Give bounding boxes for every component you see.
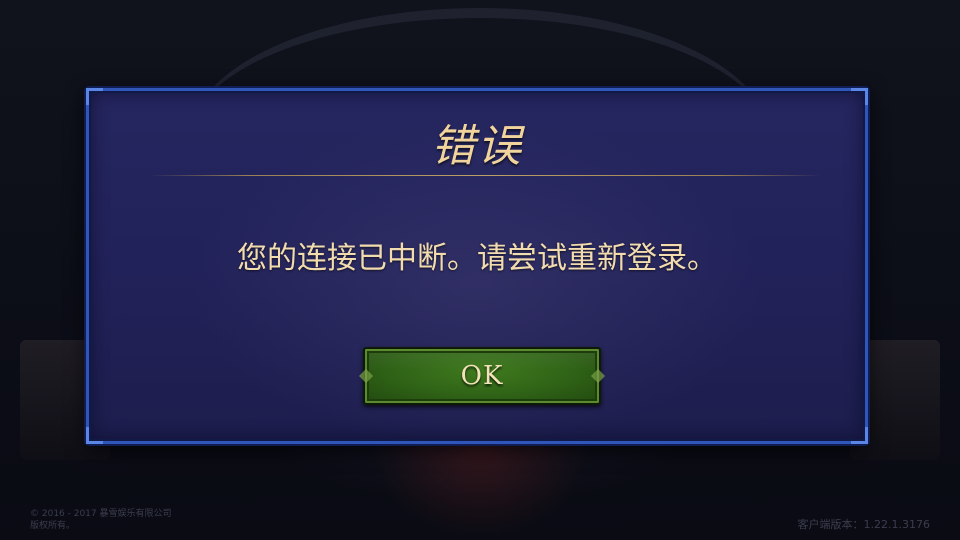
- copyright-line-2: 版权所有。: [30, 521, 76, 531]
- client-version-label: 客户端版本：: [797, 518, 864, 531]
- ok-button-label: OK: [460, 361, 504, 391]
- copyright-notice: © 2016 - 2017 暴雪娱乐有限公司 版权所有。: [30, 508, 172, 532]
- dialog-title: 错误: [431, 121, 523, 172]
- button-ornament-right: [590, 368, 606, 384]
- error-dialog: 错误 您的连接已中断。请尝试重新登录。 OK: [86, 88, 868, 444]
- copyright-line-1: © 2016 - 2017 暴雪娱乐有限公司: [30, 509, 172, 519]
- dialog-corner-ornament: [851, 427, 868, 444]
- client-version-number: 1.22.1.3176: [863, 518, 930, 531]
- dialog-corner-ornament: [851, 88, 868, 105]
- client-version-text: 客户端版本：1.22.1.3176: [798, 518, 930, 532]
- button-ornament-left: [358, 368, 374, 384]
- dialog-message: 您的连接已中断。请尝试重新登录。: [237, 241, 717, 276]
- title-divider: [149, 175, 821, 176]
- dialog-corner-ornament: [86, 88, 103, 105]
- dialog-corner-ornament: [86, 427, 103, 444]
- game-screen: 错误 您的连接已中断。请尝试重新登录。 OK © 2016 - 2017 暴雪娱…: [0, 0, 960, 540]
- ok-button[interactable]: OK: [358, 347, 606, 405]
